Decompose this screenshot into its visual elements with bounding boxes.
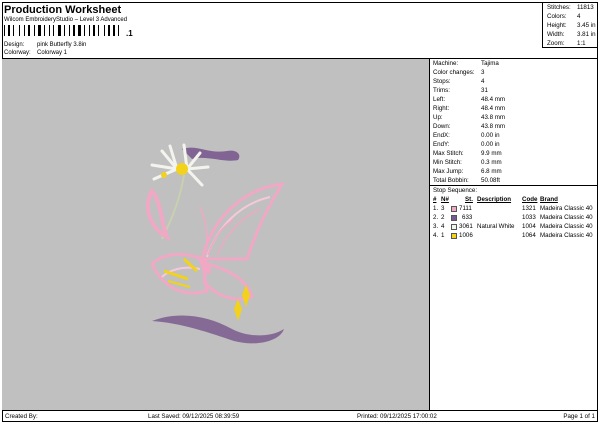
info-stops: Stops: 4 <box>433 78 485 85</box>
info-color-changes: Color changes: 3 <box>433 69 485 76</box>
machine-info-panel: Machine: Tajima Color changes: 3 Stops: 4 T… <box>429 59 598 410</box>
stop-row: 3. 4 3061 Natural White 1004 Madeira Cla… <box>433 223 593 230</box>
stop-row: 4. 1 1006 1064 Madeira Classic 40 <box>433 232 593 239</box>
design-value: pink Butterfly 3.8in <box>37 42 87 48</box>
info-max-stitch: Max Stitch: 9.9 mm <box>433 150 502 157</box>
stat-colors: Colors: 4 <box>547 13 581 20</box>
last-saved: Last Saved: 09/12/2025 08:39:59 <box>148 413 240 420</box>
stat-stitches: Stitches: 11813 <box>547 4 594 11</box>
software-subtitle: Wilcom EmbroideryStudio – Level 3 Advanc… <box>4 17 128 23</box>
stop-sequence-header: # N# St. Description Code Brand <box>433 196 558 203</box>
stat-width: Width: 3.81 in <box>547 31 596 38</box>
colorway-label: Colorway: <box>4 50 31 56</box>
butterfly-embroidery-image <box>146 143 285 344</box>
page-number: Page 1 of 1 <box>563 413 595 420</box>
info-down: Down: 43.8 mm <box>433 123 506 130</box>
color-swatch <box>451 224 457 230</box>
info-right: Right: 48.4 mm <box>433 105 506 112</box>
stop-sequence-divider <box>430 185 598 186</box>
barcode: ,1 <box>4 25 133 36</box>
stats-box: Stitches: 11813 Colors: 4 Height: 3.45 in W… <box>542 2 598 48</box>
colorway-line: Colorway: Colorway 1 <box>4 50 67 56</box>
created-by: Created By: <box>5 413 38 420</box>
page-title: Production Worksheet <box>4 4 122 16</box>
info-max-jump: Max Jump: 6.8 mm <box>433 168 502 175</box>
footer: Created By: Last Saved: 09/12/2025 08:39… <box>2 410 598 422</box>
stat-height: Height: 3.45 in <box>547 22 596 29</box>
info-min-stitch: Min Stitch: 0.3 mm <box>433 159 502 166</box>
info-endx: EndX: 0.00 in <box>433 132 500 139</box>
color-swatch <box>451 215 457 221</box>
info-machine: Machine: Tajima <box>433 60 499 67</box>
colorway-value: Colorway 1 <box>37 50 68 56</box>
color-swatch <box>451 206 457 212</box>
stat-zoom: Zoom: 1:1 <box>547 40 586 47</box>
barcode-suffix: ,1 <box>126 29 133 36</box>
printed-date: Printed: 09/12/2025 17:00:02 <box>357 413 437 420</box>
design-preview <box>2 59 429 410</box>
design-line: Design: pink Butterfly 3.8in <box>4 42 86 48</box>
info-trims: Trims: 31 <box>433 87 488 94</box>
design-label: Design: <box>4 42 25 48</box>
stop-row: 1. 3 7111 1321 Madeira Classic 40 <box>433 205 593 212</box>
info-left: Left: 48.4 mm <box>433 96 506 103</box>
info-endy: EndY: 0.00 in <box>433 141 500 148</box>
info-up: Up: 43.8 mm <box>433 114 506 121</box>
stop-row: 2. 2 633 1033 Madeira Classic 40 <box>433 214 593 221</box>
stop-sequence-title: Stop Sequence: <box>433 187 478 194</box>
info-total-bobbin: Total Bobbin: 50.08ft <box>433 177 500 184</box>
color-swatch <box>451 233 457 239</box>
